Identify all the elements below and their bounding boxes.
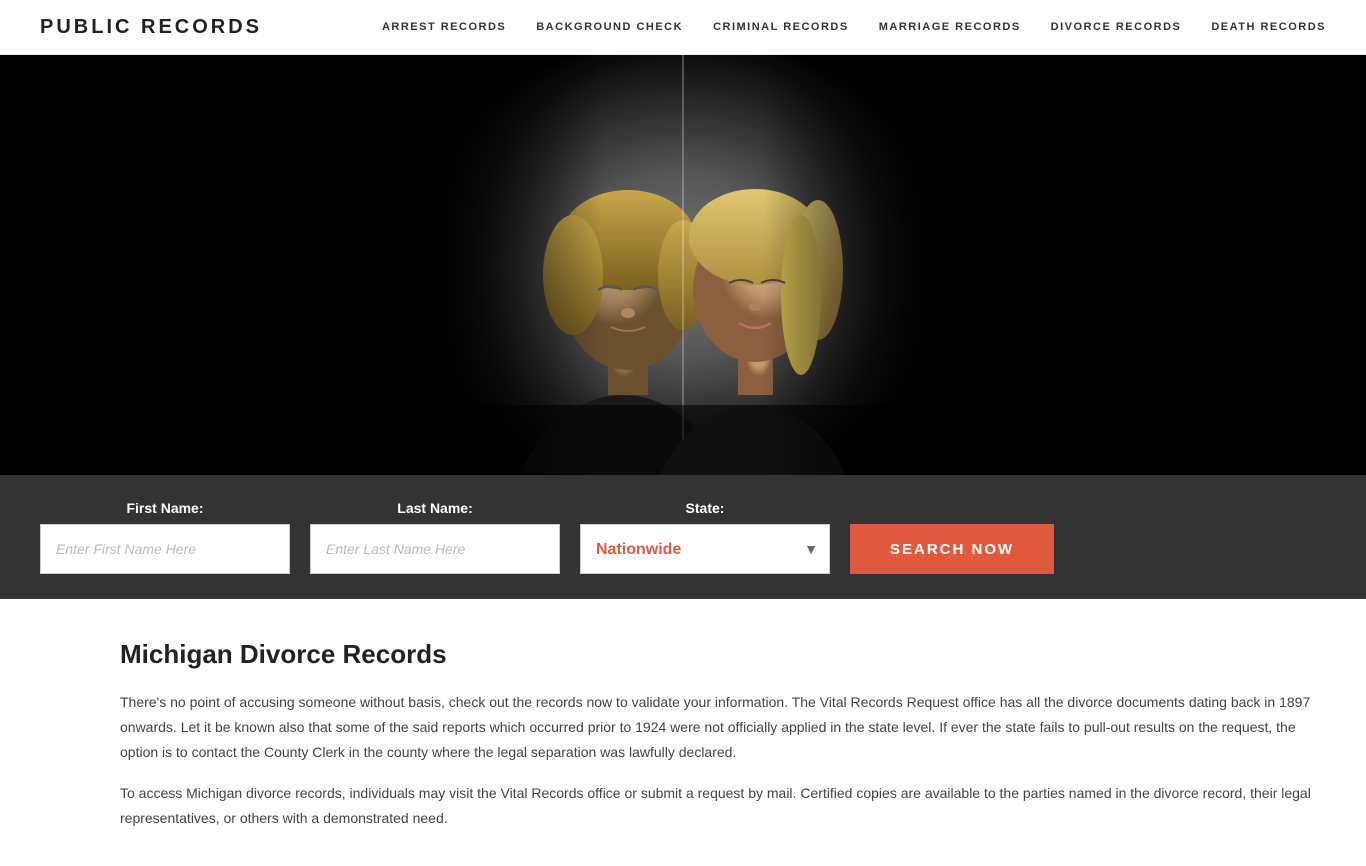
nav-marriage-records[interactable]: MARRIAGE RECORDS bbox=[879, 21, 1021, 33]
nav-divorce-records[interactable]: DIVORCE RECORDS bbox=[1051, 21, 1182, 33]
hero-image bbox=[433, 55, 933, 475]
nav-death-records[interactable]: DEATH RECORDS bbox=[1211, 21, 1326, 33]
page-title: Michigan Divorce Records bbox=[120, 639, 1326, 670]
state-select-wrapper: NationwideAlabamaAlaskaArizonaArkansasCa… bbox=[580, 524, 830, 574]
last-name-field: Last Name: bbox=[310, 500, 560, 574]
site-logo: PUBLIC RECORDS bbox=[40, 16, 262, 39]
state-label: State: bbox=[580, 500, 830, 516]
last-name-label: Last Name: bbox=[310, 500, 560, 516]
first-name-label: First Name: bbox=[40, 500, 290, 516]
header: PUBLIC RECORDS ARREST RECORDS BACKGROUND… bbox=[0, 0, 1366, 55]
state-select[interactable]: NationwideAlabamaAlaskaArizonaArkansasCa… bbox=[580, 524, 830, 574]
main-content: Michigan Divorce Records There's no poin… bbox=[0, 599, 1366, 866]
nav-arrest-records[interactable]: ARREST RECORDS bbox=[382, 21, 506, 33]
first-name-input[interactable] bbox=[40, 524, 290, 574]
content-paragraph-1: There's no point of accusing someone wit… bbox=[120, 690, 1326, 766]
search-bar: First Name: Last Name: State: Nationwide… bbox=[0, 475, 1366, 599]
search-now-button[interactable]: SEARCH NOW bbox=[850, 524, 1054, 574]
nav-background-check[interactable]: BACKGROUND CHECK bbox=[536, 21, 683, 33]
content-paragraph-2: To access Michigan divorce records, indi… bbox=[120, 781, 1326, 831]
state-field: State: NationwideAlabamaAlaskaArizonaArk… bbox=[580, 500, 830, 574]
nav-criminal-records[interactable]: CRIMINAL RECORDS bbox=[713, 21, 849, 33]
hero-overlay-left bbox=[0, 55, 478, 475]
last-name-input[interactable] bbox=[310, 524, 560, 574]
hero-overlay-right bbox=[888, 55, 1366, 475]
main-nav: ARREST RECORDS BACKGROUND CHECK CRIMINAL… bbox=[382, 21, 1326, 33]
hero-section bbox=[0, 55, 1366, 475]
first-name-field: First Name: bbox=[40, 500, 290, 574]
